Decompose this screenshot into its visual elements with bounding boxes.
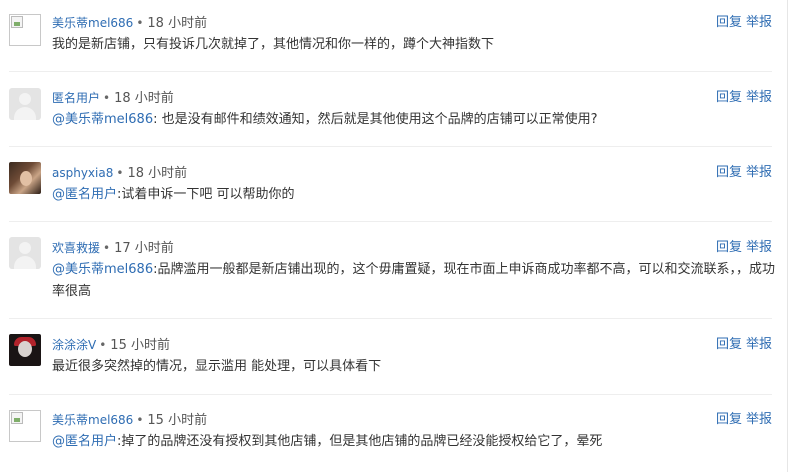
comment-meta: 美乐蒂mel686 • 15 小时前: [52, 411, 207, 430]
comment-body: : 也是没有邮件和绩效通知，然后就是其他使用这个品牌的店铺可以正常使用?: [153, 112, 598, 127]
username-link[interactable]: 涂涂涂V: [52, 338, 96, 352]
separator-dot: •: [136, 413, 144, 427]
comment-text: @匿名用户:掉了的品牌还没有授权到其他店铺，但是其他店铺的品牌已经没能授权给它了…: [52, 431, 777, 453]
report-button[interactable]: 举报: [746, 412, 772, 427]
separator-dot: •: [136, 16, 144, 30]
user-avatar-icon[interactable]: [9, 334, 41, 366]
timestamp: 15 小时前: [147, 413, 208, 428]
default-user-icon[interactable]: [9, 237, 41, 269]
separator-dot: •: [116, 166, 124, 180]
separator-dot: •: [99, 338, 107, 352]
comment-body: :试着申诉一下吧 可以帮助你的: [117, 187, 295, 202]
comment-body: 最近很多突然掉的情况，显示滥用 能处理，可以具体看下: [52, 359, 382, 374]
report-button[interactable]: 举报: [746, 240, 772, 255]
mention-link[interactable]: @美乐蒂mel686: [52, 262, 153, 277]
comment-meta: 欢喜救援 • 17 小时前: [52, 239, 174, 258]
report-button[interactable]: 举报: [746, 165, 772, 180]
comment-text: @匿名用户:试着申诉一下吧 可以帮助你的: [52, 184, 777, 206]
comment-meta: asphyxia8 • 18 小时前: [52, 164, 187, 183]
divider: [9, 318, 772, 319]
user-avatar-icon[interactable]: [9, 162, 41, 194]
comment-body: 我的是新店铺，只有投诉几次就掉了，其他情况和你一样的，蹲个大神指数下: [52, 37, 495, 52]
username-link[interactable]: 美乐蒂mel686: [52, 16, 133, 30]
comment-text: @美乐蒂mel686:品牌滥用一般都是新店铺出现的，这个毋庸置疑，现在市面上申诉…: [52, 259, 777, 303]
comment-actions: 回复 举报: [716, 336, 772, 354]
reply-button[interactable]: 回复: [716, 337, 742, 352]
divider: [9, 146, 772, 147]
username-link[interactable]: 匿名用户: [52, 91, 100, 105]
timestamp: 17 小时前: [114, 241, 174, 256]
reply-button[interactable]: 回复: [716, 90, 742, 105]
reply-button[interactable]: 回复: [716, 412, 742, 427]
broken-image-icon[interactable]: [9, 410, 41, 442]
divider: [9, 71, 772, 72]
report-button[interactable]: 举报: [746, 337, 772, 352]
default-user-icon[interactable]: [9, 88, 41, 120]
username-link[interactable]: asphyxia8: [52, 166, 113, 180]
timestamp: 18 小时前: [147, 16, 208, 31]
username-link[interactable]: 美乐蒂mel686: [52, 413, 133, 427]
timestamp: 15 小时前: [110, 338, 170, 353]
comment-text: 我的是新店铺，只有投诉几次就掉了，其他情况和你一样的，蹲个大神指数下: [52, 34, 777, 56]
comment-actions: 回复 举报: [716, 89, 772, 107]
reply-button[interactable]: 回复: [716, 165, 742, 180]
comment-text: 最近很多突然掉的情况，显示滥用 能处理，可以具体看下: [52, 356, 777, 378]
comment-actions: 回复 举报: [716, 164, 772, 182]
report-button[interactable]: 举报: [746, 90, 772, 105]
timestamp: 18 小时前: [127, 166, 188, 181]
comment-body: :品牌滥用一般都是新店铺出现的，这个毋庸置疑，现在市面上申诉商成功率都不高，可以…: [52, 262, 775, 299]
scrollbar-divider: [787, 0, 788, 472]
comment-text: @美乐蒂mel686: 也是没有邮件和绩效通知，然后就是其他使用这个品牌的店铺可…: [52, 109, 777, 131]
comment-meta: 美乐蒂mel686 • 18 小时前: [52, 14, 207, 33]
reply-button[interactable]: 回复: [716, 15, 742, 30]
timestamp: 18 小时前: [114, 91, 174, 106]
mention-link[interactable]: @美乐蒂mel686: [52, 112, 153, 127]
username-link[interactable]: 欢喜救援: [52, 241, 100, 255]
comment-actions: 回复 举报: [716, 239, 772, 257]
separator-dot: •: [103, 91, 111, 105]
comment-actions: 回复 举报: [716, 14, 772, 32]
divider: [9, 221, 772, 222]
divider: [9, 394, 772, 395]
comment-actions: 回复 举报: [716, 411, 772, 429]
mention-link[interactable]: @匿名用户: [52, 434, 117, 449]
report-button[interactable]: 举报: [746, 15, 772, 30]
broken-image-icon[interactable]: [9, 14, 41, 46]
separator-dot: •: [103, 241, 111, 255]
reply-button[interactable]: 回复: [716, 240, 742, 255]
mention-link[interactable]: @匿名用户: [52, 187, 117, 202]
comment-body: :掉了的品牌还没有授权到其他店铺，但是其他店铺的品牌已经没能授权给它了，晕死: [117, 434, 603, 449]
comment-meta: 涂涂涂V • 15 小时前: [52, 336, 170, 355]
comment-meta: 匿名用户 • 18 小时前: [52, 89, 174, 108]
